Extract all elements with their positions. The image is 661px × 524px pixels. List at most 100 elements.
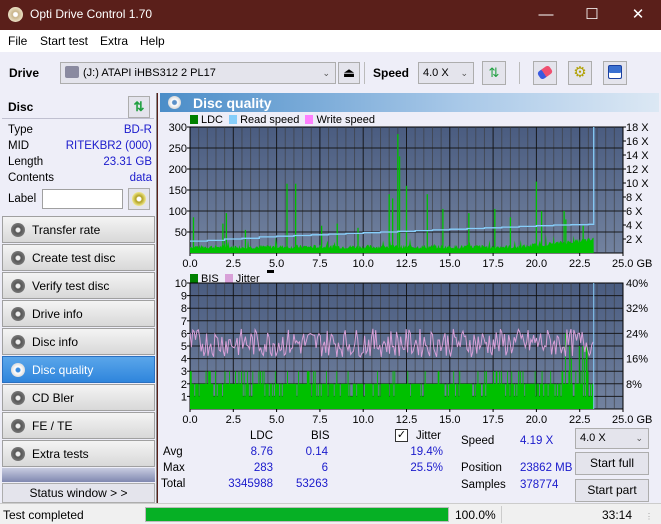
x-tick-label: 20.0 [526, 258, 547, 270]
avg-jitter: 19.4% [410, 446, 443, 458]
nav-fe-te[interactable]: FE / TE [2, 412, 155, 439]
nav-cd-bler[interactable]: CD Bler [2, 384, 155, 411]
menu-help[interactable]: Help [140, 34, 165, 48]
x-tick-label: 10.0 [352, 414, 373, 423]
disc-refresh-button[interactable]: ⇅ [128, 96, 150, 118]
nav-create-test-disc[interactable]: Create test disc [2, 244, 155, 271]
nav-verify-test-disc[interactable]: Verify test disc [2, 272, 155, 299]
nav-spacer [2, 468, 155, 482]
refresh-button[interactable]: ⇅ [482, 61, 506, 85]
disc-length-label: Length [8, 156, 44, 168]
progress-bar [145, 507, 449, 522]
disc-icon [11, 419, 25, 433]
x-tick-label: 5.0 [269, 414, 284, 423]
x-tick-label: 12.5 [396, 414, 417, 423]
disc-header-label: Disc [8, 100, 34, 114]
eject-button[interactable]: ⏏ [338, 62, 360, 84]
toolbar: Drive (J:) ATAPI iHBS312 2 PL17 ⌄ ⏏ Spee… [0, 52, 661, 93]
disc-length-value: 23.31 GB [103, 156, 152, 168]
y2-tick-label: 32% [626, 303, 648, 315]
jitter-header: Jitter [416, 430, 441, 442]
speed-stat-value: 4.19 X [520, 435, 554, 447]
x-tick-label: 7.5 [312, 414, 327, 423]
disc-label-label: Label [8, 193, 37, 205]
y-tick-label: 10 [175, 278, 187, 290]
y2-tick-label: 10 X [626, 178, 649, 190]
progress-label: 100.0% [455, 508, 496, 522]
settings-icon: ⚙ [573, 64, 587, 81]
start-full-button[interactable]: Start full [575, 452, 649, 475]
x-tick-label: 17.5 [482, 414, 503, 423]
x-tick-label: 17.5 [482, 258, 503, 270]
speed-select[interactable]: 4.0 X ⌄ [418, 62, 474, 84]
y2-tick-label: 8 X [626, 192, 643, 204]
y2-tick-label: 24% [626, 328, 648, 340]
drive-icon [65, 66, 79, 78]
y2-tick-label: 18 X [626, 122, 649, 134]
refresh-icon: ⇅ [488, 65, 500, 80]
nav-label: CD Bler [32, 391, 75, 405]
nav-disc-info[interactable]: Disc info [2, 328, 155, 355]
nav-label: Disc quality [32, 363, 94, 377]
col-ldc-header: LDC [250, 430, 274, 442]
erase-icon [536, 64, 554, 81]
erase-button[interactable] [533, 61, 557, 85]
test-speed-select[interactable]: 4.0 X ⌄ [575, 428, 649, 449]
elapsed-time: 33:14 [602, 508, 633, 522]
nav-extra-tests[interactable]: Extra tests [2, 440, 155, 467]
menu-extra[interactable]: Extra [100, 34, 128, 48]
checkmark-icon: ✓ [396, 429, 407, 441]
resize-grip-icon[interactable]: ⋮ [645, 512, 653, 521]
nav-label: Disc info [32, 335, 79, 349]
nav-disc-quality[interactable]: Disc quality [2, 356, 155, 383]
x-tick-label: 2.5 [226, 414, 241, 423]
drive-select[interactable]: (J:) ATAPI iHBS312 2 PL17 ⌄ [60, 62, 336, 84]
settings-button[interactable]: ⚙ [568, 61, 592, 85]
close-button[interactable]: ✕ [615, 0, 661, 30]
y-tick-label: 9 [181, 291, 187, 303]
status-window-button[interactable]: Status window > > [2, 483, 155, 503]
minimize-button[interactable]: — [523, 0, 569, 30]
disc-section-header: Disc ⇅ [2, 95, 154, 119]
total-bis: 53263 [296, 478, 328, 490]
max-bis: 6 [321, 462, 328, 474]
menu-file[interactable]: File [8, 34, 27, 48]
nav-drive-info[interactable]: Drive info [2, 300, 155, 327]
x-tick-label: 12.5 [396, 258, 417, 270]
col-bis-header: BIS [311, 430, 330, 442]
disc-label-button[interactable] [128, 188, 150, 210]
x-tick-label: 2.5 [226, 258, 241, 270]
start-part-button[interactable]: Start part [575, 479, 649, 502]
speed-label: Speed [373, 66, 410, 80]
save-button[interactable] [603, 61, 627, 85]
x-tick-label: 25.0 GB [612, 414, 652, 423]
max-label: Max [163, 462, 185, 474]
nav-label: Extra tests [32, 447, 89, 461]
x-tick-label: 7.5 [312, 258, 327, 270]
nav-transfer-rate[interactable]: Transfer rate [2, 216, 155, 243]
disc-length-row: Length 23.31 GB [8, 156, 152, 172]
y-tick-label: 2 [181, 379, 187, 391]
y2-tick-label: 40% [626, 278, 648, 290]
maximize-button[interactable]: ☐ [569, 0, 615, 30]
jitter-checkbox[interactable]: ✓ [395, 429, 408, 442]
disc-mid-row: MID RITEKBR2 (000) [8, 140, 152, 156]
disc-contents-row: Contents data [8, 172, 152, 188]
y2-tick-label: 2 X [626, 234, 643, 246]
max-ldc: 283 [253, 462, 273, 474]
disc-label-input[interactable] [42, 189, 123, 209]
y-tick-label: 150 [169, 185, 187, 197]
speed-value: 4.0 X [423, 67, 449, 79]
y-tick-label: 8 [181, 303, 187, 315]
chevron-down-icon: ⌄ [322, 68, 330, 78]
samples-value: 378774 [520, 479, 559, 491]
test-speed-value: 4.0 X [580, 432, 606, 444]
y-tick-label: 3 [181, 366, 187, 378]
x-tick-label: 10.0 [352, 258, 373, 270]
total-ldc: 3345988 [228, 478, 273, 490]
drive-value: (J:) ATAPI iHBS312 2 PL17 [83, 67, 216, 79]
total-label: Total [161, 478, 186, 490]
disc-icon [11, 307, 25, 321]
menu-start-test[interactable]: Start test [40, 34, 88, 48]
main-panel: Disc quality LDC Read speed Write speed … [158, 93, 661, 503]
